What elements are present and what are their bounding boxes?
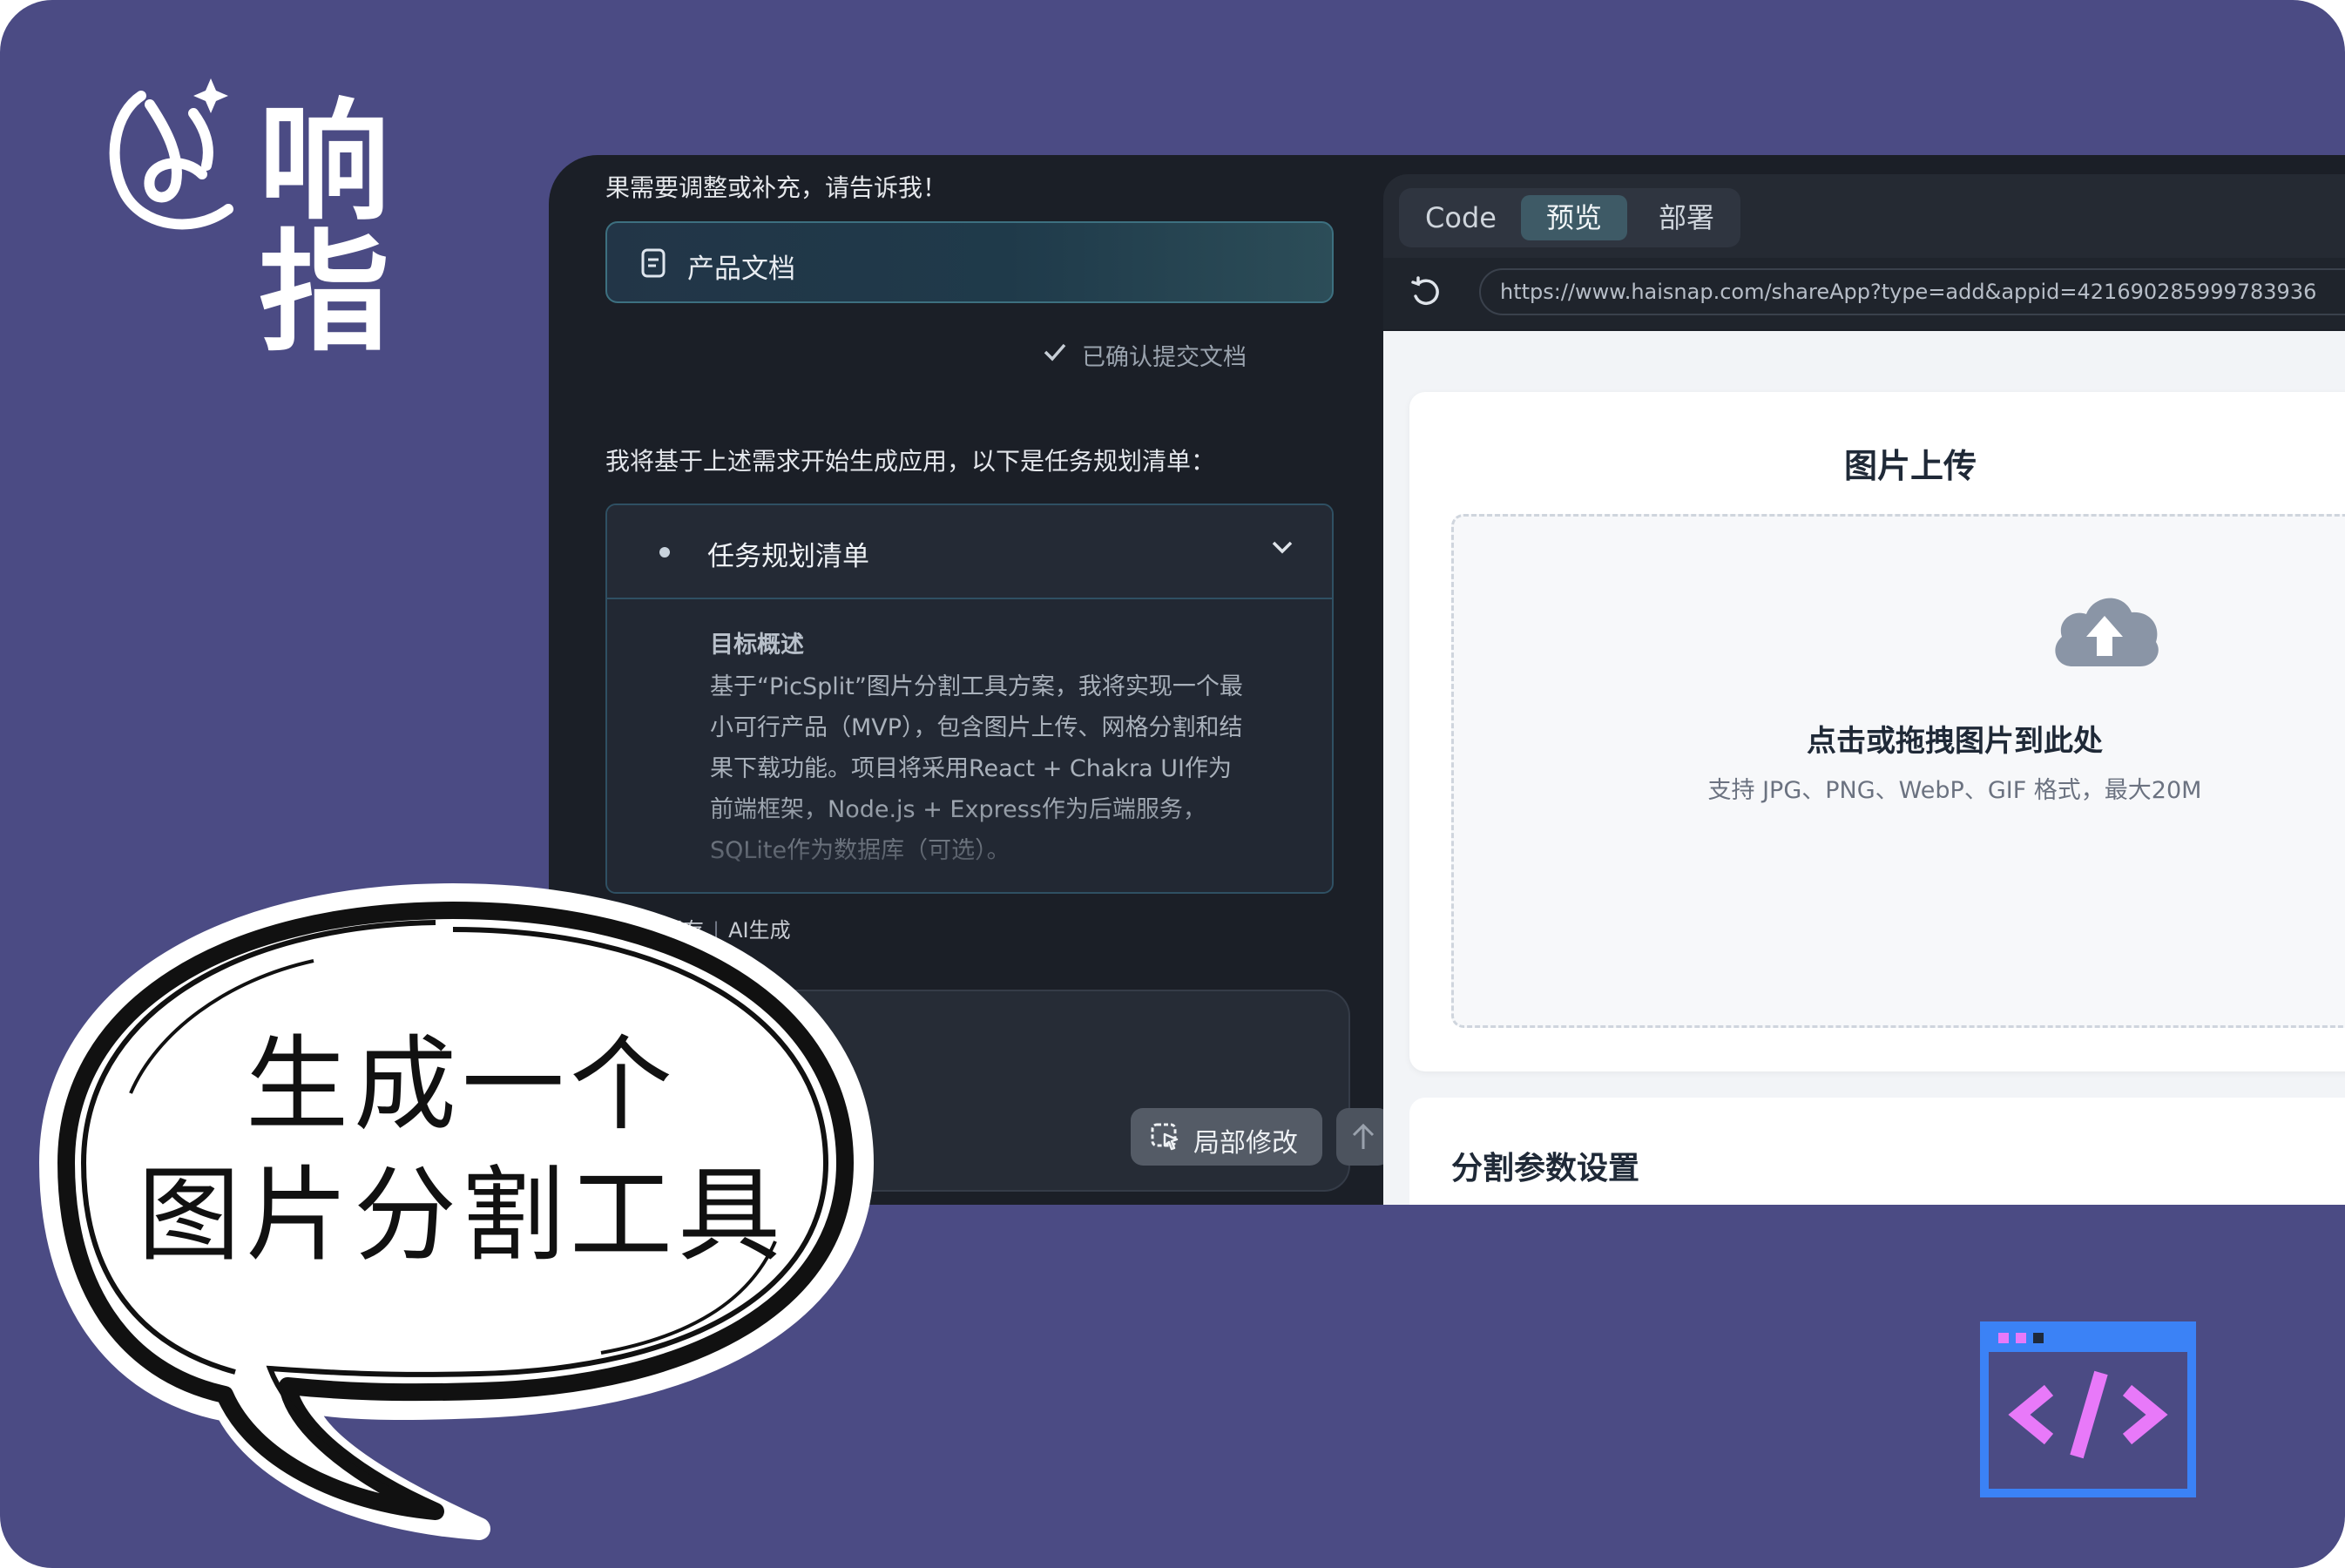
cloud-upload-icon [2055,598,2159,666]
product-doc-card[interactable]: 产品文档 [605,221,1334,303]
upload-title: 图片上传 [1843,447,1977,485]
assistant-message-tail: 果需要调整或补充，请告诉我！ [605,173,948,202]
address-bar-row: https://www.haisnap.com/shareApp?type=ad… [1383,258,2345,329]
status-dot-icon [659,547,670,558]
url-field[interactable]: https://www.haisnap.com/shareApp?type=ad… [1479,268,2345,315]
confirm-text: 已确认提交文档 [1082,344,1247,371]
doc-card-label: 产品文档 [687,253,795,285]
plan-intro-message: 我将基于上述需求开始生成应用，以下是任务规划清单： [605,447,1216,476]
arrow-up-icon [1352,1123,1375,1149]
promo-canvas: 响指 果需要调整或补充，请告诉我！ 产品文档 已确认提交文档 我将基于上述需求开 [0,0,2345,1568]
code-window-icon [1980,1321,2196,1497]
chevron-down-icon[interactable] [1269,537,1295,558]
task-plan-title: 任务规划清单 [707,541,869,572]
select-edit-icon [1151,1123,1179,1151]
bubble-text: 生成一个 图片分割工具 [70,1019,854,1281]
preview-page: 图片上传 点击或拖拽图片到此处 支持 JPG、PNG、WebP、GIF 格式，最… [1383,331,2345,1205]
snap-fingers-logo-icon [109,78,233,230]
check-icon [1044,343,1066,362]
tab-code[interactable]: Code [1413,195,1509,240]
bubble-line-2: 图片分割工具 [137,1155,786,1275]
tab-deploy[interactable]: 部署 [1639,195,1734,240]
dropzone-title: 点击或拖拽图片到此处 [1807,724,2103,759]
preview-panel: Code 预览 部署 https://www.haisnap.com/share… [1383,174,2345,1205]
task-plan-header[interactable]: 任务规划清单 [607,505,1332,599]
task-plan-card: 任务规划清单 目标概述 基于“PicSplit”图片分割工具方案，我将实现一个最… [605,504,1334,894]
upload-card: 图片上传 点击或拖拽图片到此处 支持 JPG、PNG、WebP、GIF 格式，最… [1409,392,2345,1071]
bubble-line-1: 生成一个 [245,1024,678,1145]
upload-dropzone[interactable]: 点击或拖拽图片到此处 支持 JPG、PNG、WebP、GIF 格式，最大20M [1451,514,2345,1028]
brand-name: 响指 [259,87,406,369]
reload-icon[interactable] [1408,275,1443,310]
split-settings-title: 分割参数设置 [1451,1151,1640,1186]
local-edit-button[interactable]: 局部修改 [1131,1108,1322,1166]
split-settings-card: 分割参数设置 [1409,1098,2345,1205]
brand-logo: 响指 [98,61,516,359]
preview-tabs-bar: Code 预览 部署 [1383,174,2345,258]
tab-preview[interactable]: 预览 [1521,195,1627,240]
task-plan-subtitle: 目标概述 [710,632,804,659]
confirm-status: 已确认提交文档 [1044,338,1247,372]
local-edit-label: 局部修改 [1193,1128,1298,1159]
document-icon [641,248,666,278]
dropzone-hint: 支持 JPG、PNG、WebP、GIF 格式，最大20M [1707,777,2202,804]
send-button[interactable] [1336,1108,1390,1166]
tab-group: Code 预览 部署 [1399,188,1740,247]
